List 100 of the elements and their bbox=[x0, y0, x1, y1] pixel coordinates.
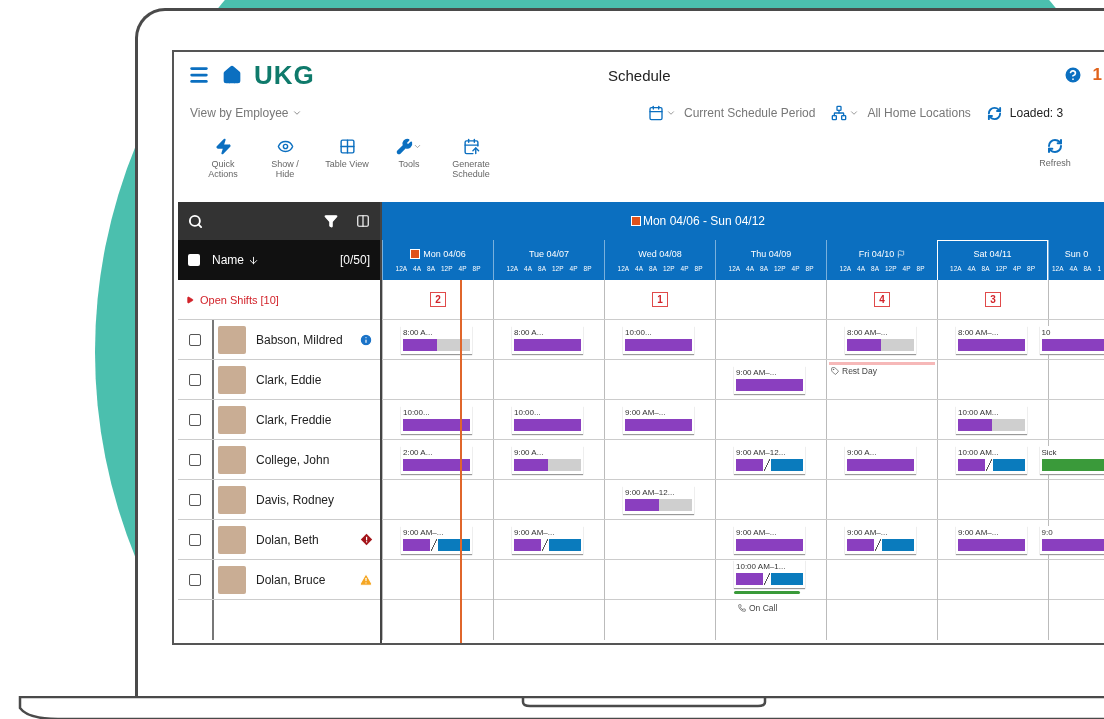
shift-bar bbox=[958, 418, 1025, 431]
employee-name[interactable]: College, John bbox=[256, 452, 356, 467]
home-icon[interactable] bbox=[222, 65, 242, 85]
loaded-status: Loaded: 3 bbox=[1009, 106, 1064, 120]
shift-card[interactable]: 9:00 AM–12... bbox=[623, 485, 694, 514]
flag-icon bbox=[897, 249, 906, 258]
expand-arrow-icon bbox=[186, 295, 194, 304]
shift-bar bbox=[625, 498, 692, 511]
shift-bar bbox=[958, 338, 1025, 351]
shift-card[interactable]: 9:00 AM–... bbox=[956, 525, 1027, 554]
shift-card[interactable]: 9:00 AM–... bbox=[734, 525, 805, 554]
info-icon bbox=[359, 332, 373, 347]
open-shift-count[interactable]: 4 bbox=[874, 292, 890, 307]
on-call-label: On Call bbox=[738, 603, 778, 613]
columns-icon[interactable] bbox=[356, 214, 370, 228]
shift-card[interactable]: Sick bbox=[1039, 445, 1104, 474]
shift-bar bbox=[1041, 338, 1104, 351]
shift-card[interactable]: 10:00... bbox=[623, 325, 694, 354]
view-selector[interactable]: View by Employee bbox=[190, 106, 648, 120]
refresh-icon[interactable] bbox=[986, 105, 1002, 121]
row-checkbox[interactable] bbox=[189, 373, 201, 386]
locations-selector[interactable]: All Home Locations bbox=[867, 106, 971, 120]
employee-name[interactable]: Davis, Rodney bbox=[256, 492, 356, 507]
shift-bar bbox=[403, 418, 470, 431]
toolbar-button[interactable]: Generate Schedule bbox=[440, 138, 502, 180]
shift-card[interactable]: 10:00... bbox=[512, 405, 583, 434]
shift-card[interactable]: 10:00 AM... bbox=[956, 405, 1027, 434]
shift-bar bbox=[736, 573, 803, 585]
open-shift-count[interactable]: 3 bbox=[985, 292, 1001, 307]
toolbar-button[interactable]: Quick Actions bbox=[192, 138, 254, 180]
shift-bar bbox=[514, 418, 581, 431]
employee-name[interactable]: Babson, Mildred bbox=[256, 332, 356, 347]
shift-card[interactable]: 9:00 AM–... bbox=[401, 525, 472, 554]
shift-bar bbox=[514, 458, 581, 471]
employee-name[interactable]: Clark, Eddie bbox=[256, 372, 356, 387]
row-checkbox[interactable] bbox=[189, 533, 201, 546]
filter-icon[interactable] bbox=[324, 214, 338, 228]
shift-card[interactable]: 2:00 A... bbox=[401, 445, 472, 474]
week-range-label: Mon 04/06 - Sun 04/12 bbox=[642, 214, 766, 228]
shift-card[interactable]: 9:0 bbox=[1039, 525, 1104, 554]
app-logo: UKG bbox=[254, 59, 315, 91]
shift-card[interactable]: 10 bbox=[1039, 325, 1104, 354]
tag-icon bbox=[831, 367, 839, 375]
page-title: Schedule bbox=[608, 66, 672, 84]
avatar-photo bbox=[218, 565, 246, 594]
shift-bar bbox=[847, 458, 914, 471]
row-checkbox[interactable] bbox=[189, 493, 201, 506]
employee-name[interactable]: Dolan, Beth bbox=[256, 532, 356, 547]
row-checkbox[interactable] bbox=[189, 413, 201, 426]
shift-card[interactable]: 8:00 AM–... bbox=[956, 325, 1027, 354]
shift-bar bbox=[625, 418, 692, 431]
shift-bar bbox=[403, 538, 470, 551]
refresh-icon bbox=[1047, 138, 1063, 154]
notification-count[interactable]: 1 bbox=[1092, 65, 1102, 85]
row-checkbox[interactable] bbox=[189, 333, 201, 346]
shift-card[interactable]: 10:00... bbox=[401, 405, 472, 434]
grid-icon bbox=[338, 138, 356, 155]
shift-card[interactable]: 8:00 A... bbox=[512, 325, 583, 354]
shift-card[interactable]: 9:00 AM–... bbox=[623, 405, 694, 434]
shift-card[interactable]: 8:00 A... bbox=[401, 325, 472, 354]
selection-count: [0/50] bbox=[339, 253, 370, 267]
shift-card[interactable]: 8:00 AM–... bbox=[845, 325, 916, 354]
avatar-photo bbox=[218, 325, 246, 354]
refresh-button[interactable]: Refresh bbox=[1024, 138, 1086, 169]
shift-card[interactable]: 9:00 A... bbox=[845, 445, 916, 474]
shift-bar bbox=[625, 338, 692, 351]
today-marker-icon bbox=[630, 216, 641, 226]
shift-card[interactable]: 9:00 A... bbox=[512, 445, 583, 474]
toolbar-button[interactable]: Table View bbox=[316, 138, 378, 170]
shift-card[interactable]: 9:00 AM–... bbox=[734, 365, 805, 394]
shift-card[interactable]: 9:00 AM–12... bbox=[734, 445, 805, 474]
open-shifts-toggle[interactable]: Open Shifts [10] bbox=[186, 293, 279, 306]
shift-card[interactable]: 10:00 AM... bbox=[956, 445, 1027, 474]
row-checkbox[interactable] bbox=[189, 573, 201, 586]
help-icon[interactable] bbox=[1062, 65, 1083, 85]
shift-card[interactable]: 9:00 AM–... bbox=[845, 525, 916, 554]
schedule-period-selector[interactable]: Current Schedule Period bbox=[684, 106, 816, 120]
toolbar-button[interactable]: Tools bbox=[378, 138, 440, 170]
name-sort-header[interactable]: Name bbox=[212, 253, 340, 267]
hierarchy-icon[interactable] bbox=[831, 105, 848, 121]
on-call-bar bbox=[734, 591, 800, 594]
employee-name[interactable]: Clark, Freddie bbox=[256, 412, 356, 427]
menu-icon[interactable] bbox=[188, 64, 210, 86]
shift-card[interactable]: 10:00 AM–1... bbox=[734, 560, 805, 588]
shift-card[interactable]: 9:00 AM–... bbox=[512, 525, 583, 554]
caret-icon bbox=[666, 108, 676, 118]
caret-icon bbox=[413, 142, 422, 151]
shift-bar bbox=[847, 538, 914, 551]
shift-bar bbox=[514, 338, 581, 351]
open-shift-count[interactable]: 1 bbox=[652, 292, 668, 307]
employee-name[interactable]: Dolan, Bruce bbox=[256, 572, 356, 587]
rest-day-label: Rest Day bbox=[831, 366, 877, 376]
avatar-photo bbox=[218, 445, 246, 474]
row-checkbox[interactable] bbox=[189, 453, 201, 466]
search-icon[interactable] bbox=[188, 213, 203, 229]
toolbar-button[interactable]: Show / Hide bbox=[254, 138, 316, 180]
select-all-checkbox[interactable] bbox=[188, 254, 200, 266]
calendar-icon[interactable] bbox=[648, 105, 664, 121]
shift-bar bbox=[736, 458, 803, 471]
open-shift-count[interactable]: 2 bbox=[430, 292, 446, 307]
